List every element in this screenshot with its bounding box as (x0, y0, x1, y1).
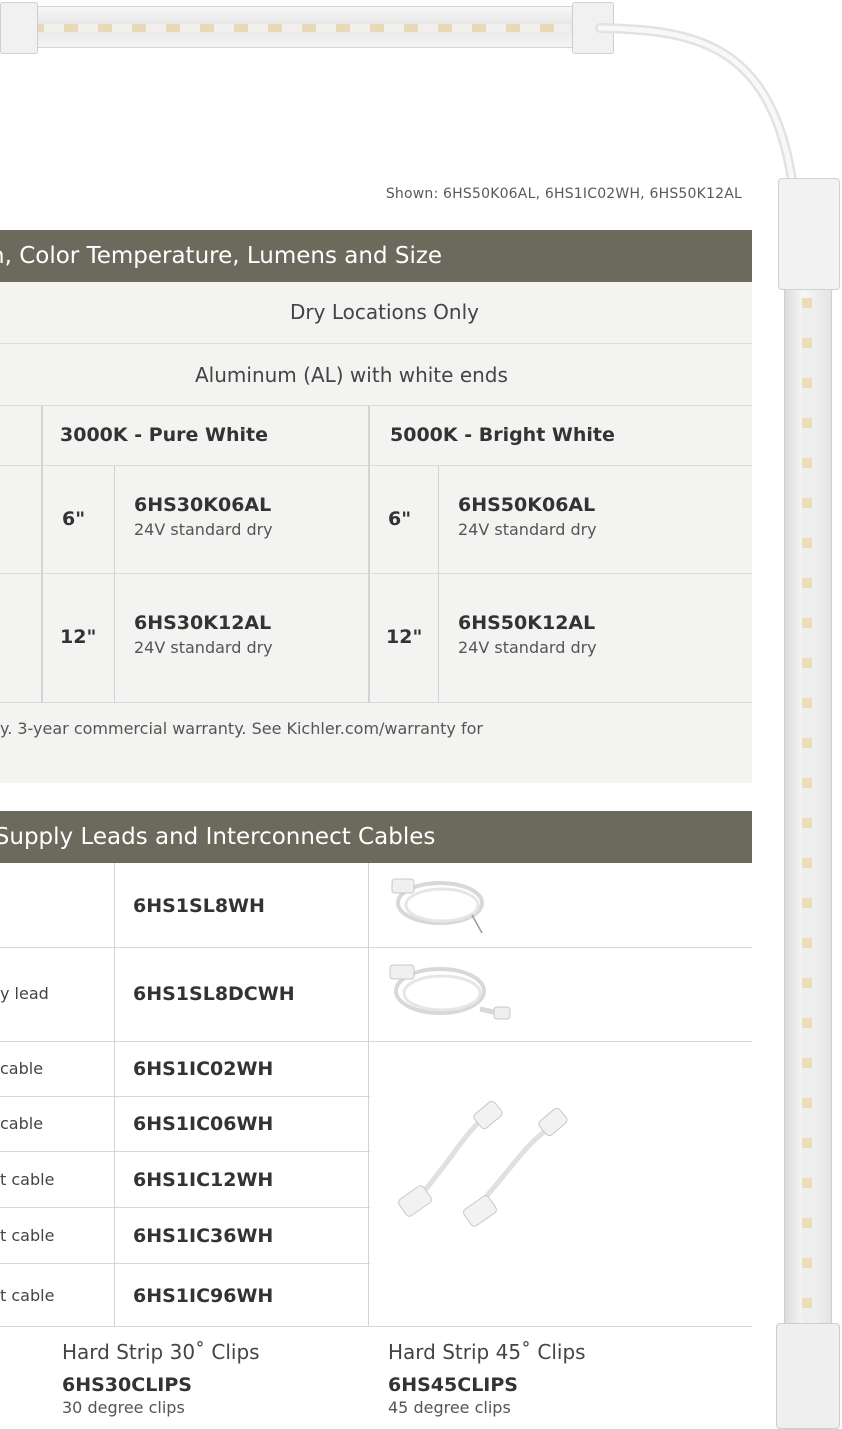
cable-label: cable (0, 1114, 44, 1133)
supply-leads-table: 6HS1SL8WH y lead 6HS1SL8DCWH cable 6HS1I… (0, 863, 752, 1328)
cable-label: cable (0, 1059, 44, 1078)
clip-desc: 30 degree clips (62, 1398, 185, 1417)
product-sku: 6HS50K12AL (458, 612, 596, 634)
column-divider (438, 466, 439, 703)
shown-caption: Shown: 6HS50K06AL, 6HS1IC02WH, 6HS50K12A… (385, 186, 742, 202)
finish-row: Aluminum (AL) with white ends (0, 344, 752, 406)
section-header-color-temperature: h, Color Temperature, Lumens and Size (0, 230, 752, 282)
size-label: 12" (386, 626, 423, 648)
section-header-supply-leads: r Supply Leads and Interconnect Cables (0, 811, 752, 863)
warranty-text: y. 3-year commercial warranty. See Kichl… (0, 719, 483, 738)
cable-label: t cable (0, 1226, 55, 1245)
cable-label: y lead (0, 984, 49, 1003)
section-title: r Supply Leads and Interconnect Cables (0, 824, 436, 850)
clip-title: Hard Strip 45˚ Clips (388, 1340, 586, 1364)
cable-sku: 6HS1IC06WH (133, 1113, 274, 1135)
size-label: 6" (62, 508, 86, 530)
column-divider (41, 406, 43, 703)
horizontal-light-strip-image (0, 0, 625, 58)
column-header-5000k: 5000K - Bright White (390, 424, 615, 446)
cable-label: t cable (0, 1286, 55, 1305)
clip-sku: 6HS30CLIPS (62, 1374, 192, 1396)
clip-title: Hard Strip 30˚ Clips (62, 1340, 260, 1364)
finish-text: Aluminum (AL) with white ends (195, 363, 508, 387)
clip-sku: 6HS45CLIPS (388, 1374, 518, 1396)
cable-sku: 6HS1IC02WH (133, 1058, 274, 1080)
product-row: 12" 6HS30K12AL 24V standard dry 12" 6HS5… (0, 574, 752, 703)
location-row: Dry Locations Only (0, 282, 752, 344)
clip-desc: 45 degree clips (388, 1398, 511, 1417)
column-header-3000k: 3000K - Pure White (60, 424, 269, 446)
column-header-row: 3000K - Pure White 5000K - Bright White (0, 406, 752, 466)
warranty-row: y. 3-year commercial warranty. See Kichl… (0, 703, 752, 783)
interconnect-cable-image (398, 1100, 568, 1227)
product-desc: 24V standard dry (134, 638, 273, 657)
product-desc: 24V standard dry (458, 520, 597, 539)
column-divider (114, 466, 115, 703)
dc-supply-lead-image (389, 964, 511, 1020)
product-desc: 24V standard dry (458, 638, 597, 657)
cable-sku: 6HS1IC36WH (133, 1225, 274, 1247)
cable-sku: 6HS1SL8WH (133, 895, 265, 917)
cable-label: t cable (0, 1170, 55, 1189)
cable-sku: 6HS1SL8DCWH (133, 983, 295, 1005)
clips-30-block: Hard Strip 30˚ Clips 6HS30CLIPS 30 degre… (62, 1340, 362, 1417)
product-row: 6" 6HS30K06AL 24V standard dry 6" 6HS50K… (0, 466, 752, 574)
vertical-light-strip-image (770, 178, 842, 1429)
product-sku: 6HS30K12AL (134, 612, 272, 634)
cable-sku: 6HS1IC96WH (133, 1285, 274, 1307)
size-label: 6" (388, 508, 412, 530)
location-text: Dry Locations Only (290, 300, 479, 324)
cable-sku: 6HS1IC12WH (133, 1169, 274, 1191)
product-sku: 6HS30K06AL (134, 494, 272, 516)
column-divider (368, 406, 370, 703)
product-desc: 24V standard dry (134, 520, 273, 539)
supply-lead-image (391, 878, 484, 934)
product-sku: 6HS50K06AL (458, 494, 596, 516)
size-label: 12" (60, 626, 97, 648)
clips-45-block: Hard Strip 45˚ Clips 6HS45CLIPS 45 degre… (388, 1340, 688, 1417)
strip-connector-cable-image (595, 23, 797, 185)
section-title: h, Color Temperature, Lumens and Size (0, 243, 443, 269)
